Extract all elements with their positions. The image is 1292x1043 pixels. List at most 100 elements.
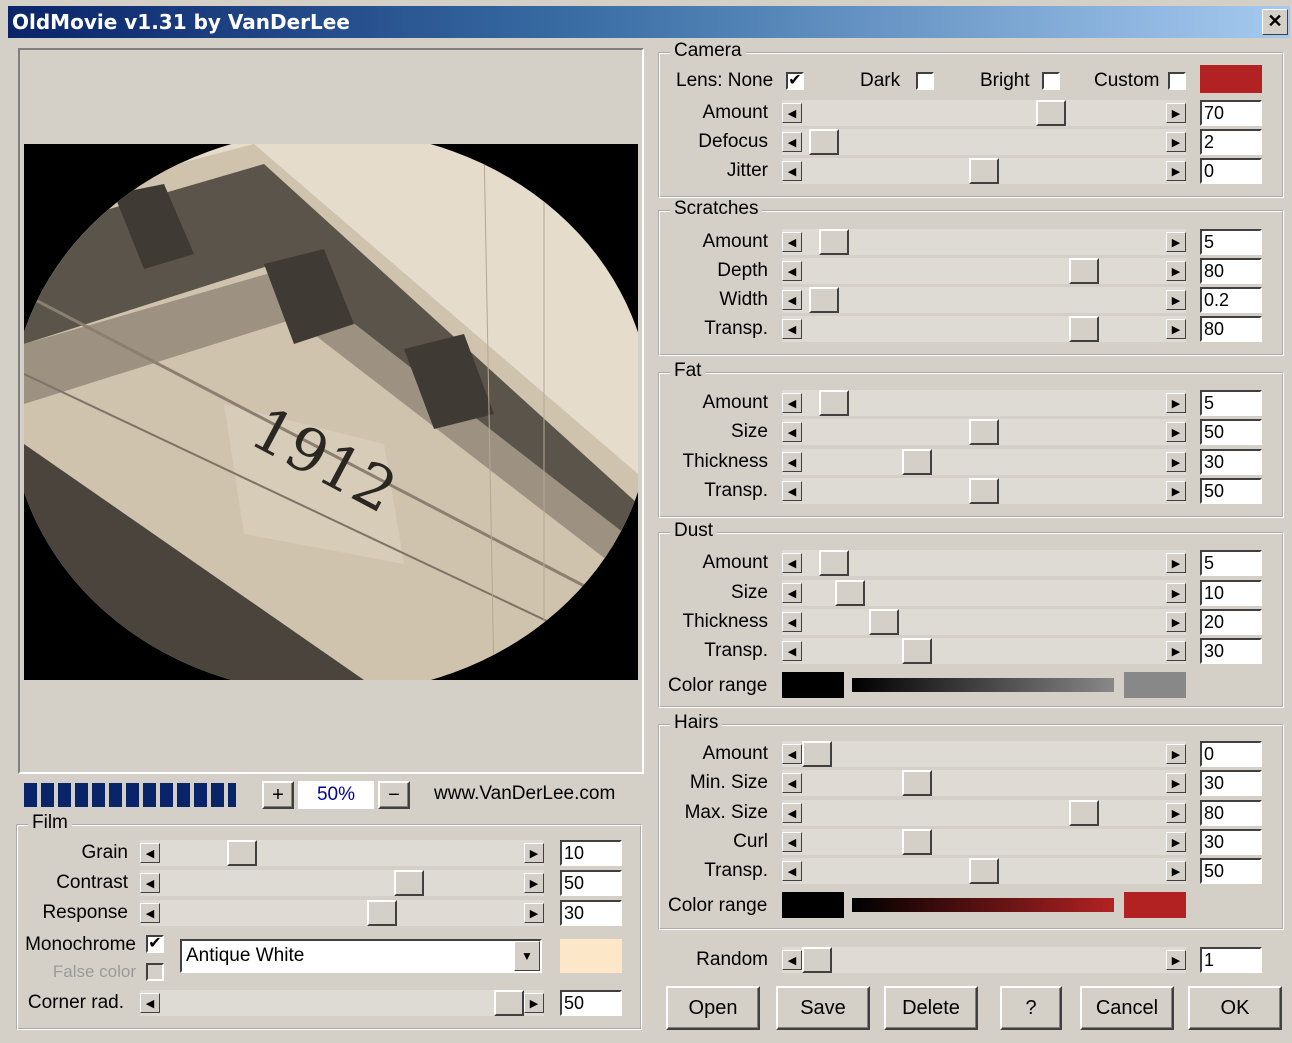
- dust-transp-value[interactable]: 30: [1200, 638, 1262, 664]
- fat-size-slider[interactable]: ◀ ▶: [782, 419, 1186, 445]
- hairs-min-size-slider[interactable]: ◀ ▶: [782, 770, 1186, 796]
- website-link[interactable]: www.VanDerLee.com: [434, 783, 615, 805]
- hairs-curl-slider-thumb[interactable]: [902, 829, 932, 855]
- dust-thickness-value[interactable]: 20: [1200, 609, 1262, 635]
- monochrome-checkbox[interactable]: ✔: [146, 935, 164, 953]
- film-response-value[interactable]: 30: [560, 900, 622, 926]
- fat-amount-slider-thumb[interactable]: [819, 390, 849, 416]
- fat-transp-slider-thumb[interactable]: [969, 478, 999, 504]
- scratches-width-slider-thumb[interactable]: [809, 287, 839, 313]
- dust-size-value[interactable]: 10: [1200, 580, 1262, 606]
- film-response-slider[interactable]: ◀ ▶: [140, 900, 544, 926]
- close-button[interactable]: ✕: [1262, 9, 1288, 35]
- chevron-down-icon[interactable]: ▼: [514, 941, 540, 971]
- fat-thickness-slider[interactable]: ◀ ▶: [782, 449, 1186, 475]
- tint-select[interactable]: Antique White ▼: [180, 939, 542, 973]
- arrow-right-icon[interactable]: ▶: [1166, 773, 1186, 793]
- arrow-right-icon[interactable]: ▶: [1166, 553, 1186, 573]
- arrow-left-icon[interactable]: ◀: [140, 843, 160, 863]
- film-contrast-slider-thumb[interactable]: [394, 870, 424, 896]
- lens-none-checkbox[interactable]: ✔: [786, 72, 804, 90]
- random-value[interactable]: 1: [1200, 947, 1262, 973]
- arrow-right-icon[interactable]: ▶: [1166, 452, 1186, 472]
- arrow-left-icon[interactable]: ◀: [782, 422, 802, 442]
- hairs-min-size-value[interactable]: 30: [1200, 770, 1262, 796]
- arrow-right-icon[interactable]: ▶: [1166, 481, 1186, 501]
- arrow-right-icon[interactable]: ▶: [1166, 232, 1186, 252]
- camera-jitter-slider[interactable]: ◀ ▶: [782, 158, 1186, 184]
- fat-thickness-value[interactable]: 30: [1200, 449, 1262, 475]
- scratches-width-slider[interactable]: ◀ ▶: [782, 287, 1186, 313]
- film-grain-slider[interactable]: ◀ ▶: [140, 840, 544, 866]
- help-button[interactable]: ?: [1000, 986, 1062, 1030]
- camera-amount-slider[interactable]: ◀ ▶: [782, 100, 1186, 126]
- film-contrast-slider[interactable]: ◀ ▶: [140, 870, 544, 896]
- arrow-left-icon[interactable]: ◀: [782, 861, 802, 881]
- arrow-right-icon[interactable]: ▶: [1166, 583, 1186, 603]
- hairs-range-start-swatch[interactable]: [782, 892, 844, 918]
- dust-amount-slider-thumb[interactable]: [819, 550, 849, 576]
- arrow-left-icon[interactable]: ◀: [782, 583, 802, 603]
- arrow-left-icon[interactable]: ◀: [140, 993, 160, 1013]
- arrow-right-icon[interactable]: ▶: [1166, 103, 1186, 123]
- hairs-min-size-slider-thumb[interactable]: [902, 770, 932, 796]
- arrow-left-icon[interactable]: ◀: [782, 612, 802, 632]
- arrow-right-icon[interactable]: ▶: [1166, 132, 1186, 152]
- scratches-transp-slider[interactable]: ◀ ▶: [782, 316, 1186, 342]
- arrow-right-icon[interactable]: ▶: [524, 843, 544, 863]
- dust-size-slider[interactable]: ◀ ▶: [782, 580, 1186, 606]
- lens-dark-checkbox[interactable]: [916, 72, 934, 90]
- arrow-right-icon[interactable]: ▶: [1166, 861, 1186, 881]
- arrow-left-icon[interactable]: ◀: [782, 744, 802, 764]
- arrow-right-icon[interactable]: ▶: [1166, 803, 1186, 823]
- arrow-left-icon[interactable]: ◀: [782, 319, 802, 339]
- fat-transp-value[interactable]: 50: [1200, 478, 1262, 504]
- film-tint-swatch[interactable]: [560, 939, 622, 973]
- custom-color-swatch[interactable]: [1200, 65, 1262, 93]
- arrow-left-icon[interactable]: ◀: [782, 773, 802, 793]
- preview-image[interactable]: 1912: [24, 144, 638, 680]
- cancel-button[interactable]: Cancel: [1080, 986, 1174, 1030]
- camera-defocus-value[interactable]: 2: [1200, 129, 1262, 155]
- arrow-right-icon[interactable]: ▶: [1166, 319, 1186, 339]
- hairs-amount-slider-thumb[interactable]: [802, 741, 832, 767]
- scratches-transp-value[interactable]: 80: [1200, 316, 1262, 342]
- arrow-left-icon[interactable]: ◀: [782, 261, 802, 281]
- camera-jitter-slider-thumb[interactable]: [969, 158, 999, 184]
- arrow-right-icon[interactable]: ▶: [1166, 422, 1186, 442]
- fat-amount-value[interactable]: 5: [1200, 390, 1262, 416]
- dust-range-end-swatch[interactable]: [1124, 672, 1186, 698]
- zoom-out-button[interactable]: −: [378, 781, 410, 809]
- camera-amount-value[interactable]: 70: [1200, 100, 1262, 126]
- hairs-max-size-slider-thumb[interactable]: [1069, 800, 1099, 826]
- camera-defocus-slider-thumb[interactable]: [809, 129, 839, 155]
- dust-range-start-swatch[interactable]: [782, 672, 844, 698]
- arrow-left-icon[interactable]: ◀: [140, 873, 160, 893]
- random-slider-thumb[interactable]: [802, 947, 832, 973]
- arrow-left-icon[interactable]: ◀: [782, 803, 802, 823]
- arrow-right-icon[interactable]: ▶: [1166, 290, 1186, 310]
- dust-size-slider-thumb[interactable]: [835, 580, 865, 606]
- arrow-left-icon[interactable]: ◀: [782, 452, 802, 472]
- arrow-right-icon[interactable]: ▶: [1166, 261, 1186, 281]
- scratches-depth-slider-thumb[interactable]: [1069, 258, 1099, 284]
- arrow-left-icon[interactable]: ◀: [782, 832, 802, 852]
- arrow-left-icon[interactable]: ◀: [782, 132, 802, 152]
- arrow-right-icon[interactable]: ▶: [1166, 744, 1186, 764]
- arrow-right-icon[interactable]: ▶: [524, 873, 544, 893]
- open-button[interactable]: Open: [666, 986, 760, 1030]
- hairs-range-end-swatch[interactable]: [1124, 892, 1186, 918]
- save-button[interactable]: Save: [776, 986, 870, 1030]
- arrow-left-icon[interactable]: ◀: [782, 232, 802, 252]
- dust-amount-slider[interactable]: ◀ ▶: [782, 550, 1186, 576]
- scratches-width-value[interactable]: 0.2: [1200, 287, 1262, 313]
- ok-button[interactable]: OK: [1188, 986, 1282, 1030]
- arrow-right-icon[interactable]: ▶: [1166, 950, 1186, 970]
- fat-transp-slider[interactable]: ◀ ▶: [782, 478, 1186, 504]
- arrow-right-icon[interactable]: ▶: [1166, 612, 1186, 632]
- arrow-left-icon[interactable]: ◀: [140, 903, 160, 923]
- arrow-right-icon[interactable]: ▶: [524, 903, 544, 923]
- hairs-transp-value[interactable]: 50: [1200, 858, 1262, 884]
- dust-thickness-slider-thumb[interactable]: [869, 609, 899, 635]
- fat-thickness-slider-thumb[interactable]: [902, 449, 932, 475]
